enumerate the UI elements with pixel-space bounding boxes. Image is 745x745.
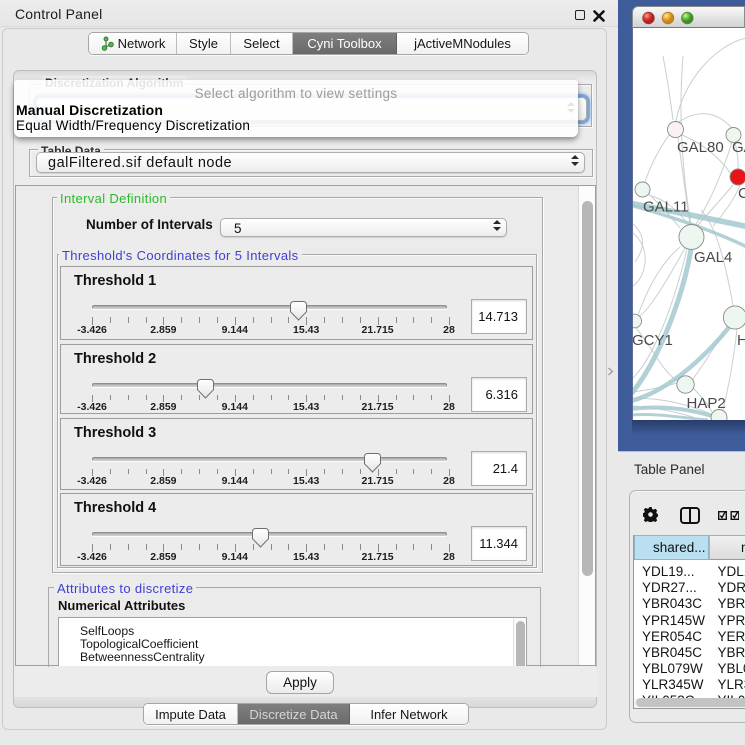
svg-text:GAL80: GAL80	[677, 139, 724, 156]
svg-text:HAP2: HAP2	[687, 395, 726, 412]
svg-text:GAL11: GAL11	[643, 199, 689, 216]
svg-text:H: H	[737, 332, 745, 349]
svg-text:GA: GA	[732, 139, 745, 156]
svg-text:GAL4: GAL4	[694, 249, 732, 266]
svg-text:C: C	[738, 185, 745, 202]
svg-text:GCY1: GCY1	[633, 332, 673, 349]
